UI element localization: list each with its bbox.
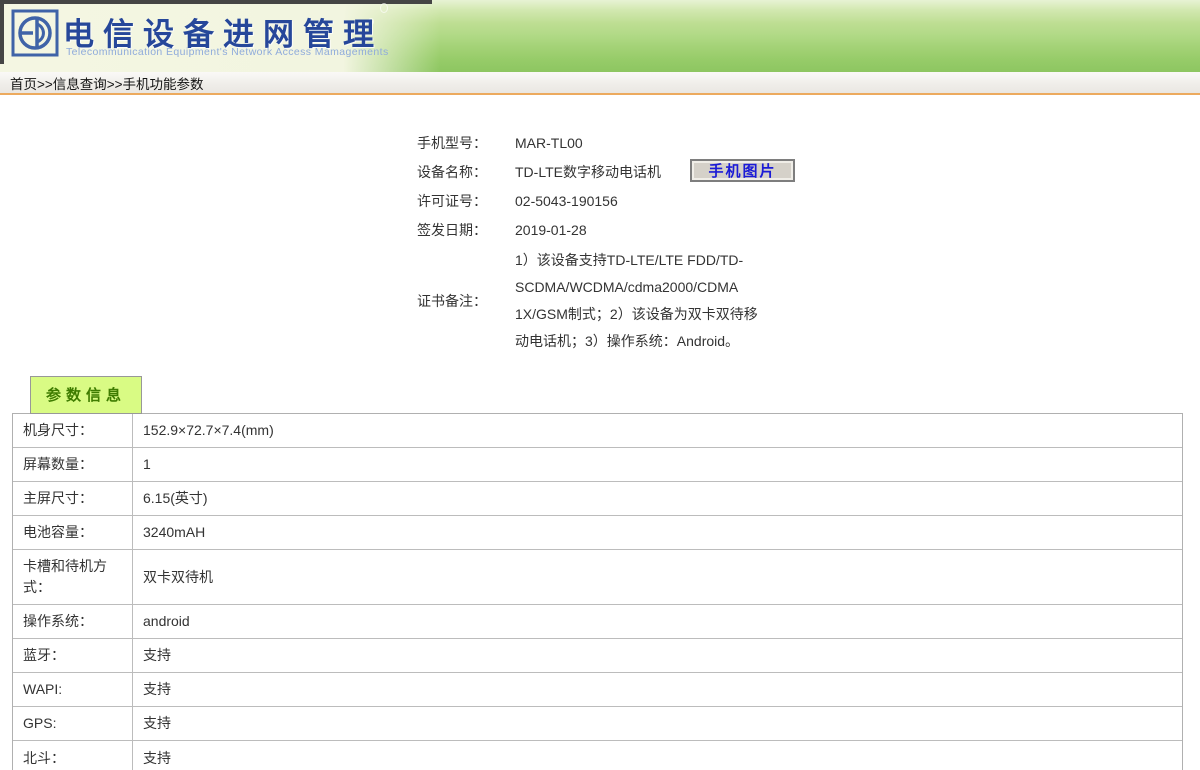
- breadcrumb[interactable]: 首页>>信息查询>>手机功能参数: [10, 73, 204, 93]
- main-content: 手机图片 手机型号： MAR-TL00 设备名称： TD-LTE数字移动电话机 …: [0, 128, 1200, 770]
- license-value: 02-5043-190156: [515, 192, 618, 209]
- model-value: MAR-TL00: [515, 134, 583, 151]
- table-row: GPS: 支持: [13, 707, 1182, 741]
- param-value: android: [143, 613, 190, 629]
- param-value: 3240mAH: [143, 524, 206, 540]
- site-subtitle: Telecommunication Equipment's Network Ac…: [66, 46, 389, 58]
- table-row: 北斗： 支持: [13, 741, 1182, 770]
- breadcrumb-bar: 首页>>信息查询>>手机功能参数: [0, 72, 1200, 95]
- device-name-label: 设备名称：: [417, 163, 487, 180]
- remark-line: SCDMA/WCDMA/cdma2000/CDMA: [515, 279, 739, 295]
- param-label: 卡槽和待机方式：: [13, 550, 133, 604]
- param-value: 双卡双待机: [143, 568, 213, 585]
- tenaa-logo-icon: [11, 9, 59, 57]
- table-row: 主屏尺寸： 6.15(英寸): [13, 482, 1182, 516]
- tab-parameter-info[interactable]: 参数信息: [30, 376, 143, 414]
- model-label: 手机型号：: [417, 134, 487, 151]
- header-banner: 电信设备进网管理 Telecommunication Equipment's N…: [0, 0, 1200, 72]
- phone-photo-button[interactable]: 手机图片: [690, 159, 795, 182]
- param-value: 支持: [143, 681, 171, 697]
- issue-date-value: 2019-01-28: [515, 221, 587, 238]
- device-name-value: TD-LTE数字移动电话机: [515, 163, 661, 180]
- param-value: 6.15(英寸): [143, 490, 208, 506]
- param-value: 支持: [143, 715, 171, 731]
- info-row-license: 许可证号： 02-5043-190156: [417, 186, 837, 215]
- param-label: GPS:: [13, 707, 133, 740]
- issue-date-label: 签发日期：: [417, 221, 487, 238]
- table-row: 机身尺寸： 152.9×72.7×7.4(mm): [13, 414, 1182, 448]
- info-row-model: 手机型号： MAR-TL00: [417, 128, 837, 157]
- param-value: 支持: [143, 647, 171, 663]
- remark-label: 证书备注：: [417, 293, 487, 309]
- info-row-issue-date: 签发日期： 2019-01-28: [417, 215, 837, 244]
- remark-line: 动电话机；3）操作系统：Android。: [515, 333, 740, 349]
- header-top-edge: [0, 0, 432, 4]
- param-label: 电池容量：: [13, 516, 133, 549]
- param-label: 蓝牙：: [13, 639, 133, 672]
- table-row: WAPI: 支持: [13, 673, 1182, 707]
- license-label: 许可证号：: [417, 192, 487, 209]
- remark-line: 1X/GSM制式；2）该设备为双卡双待移: [515, 306, 758, 322]
- header-left-edge: [0, 0, 4, 64]
- table-row: 操作系统： android: [13, 605, 1182, 639]
- remark-text: 1）该设备支持TD-LTE/LTE FDD/TD- SCDMA/WCDMA/cd…: [515, 247, 758, 355]
- param-label: 主屏尺寸：: [13, 482, 133, 515]
- table-row: 蓝牙： 支持: [13, 639, 1182, 673]
- parameter-table: 机身尺寸： 152.9×72.7×7.4(mm) 屏幕数量： 1 主屏尺寸： 6…: [12, 413, 1183, 770]
- param-label: 操作系统：: [13, 605, 133, 638]
- param-label: 北斗：: [13, 741, 133, 770]
- table-row: 卡槽和待机方式： 双卡双待机: [13, 550, 1182, 605]
- param-value: 1: [143, 456, 151, 472]
- param-label: 机身尺寸：: [13, 414, 133, 447]
- remark-line: 1）该设备支持TD-LTE/LTE FDD/TD-: [515, 252, 744, 268]
- param-value: 支持: [143, 749, 171, 766]
- info-row-remark: 证书备注： 1）该设备支持TD-LTE/LTE FDD/TD- SCDMA/WC…: [417, 247, 837, 355]
- param-value: 152.9×72.7×7.4(mm): [143, 422, 274, 438]
- table-row: 屏幕数量： 1: [13, 448, 1182, 482]
- param-label: WAPI:: [13, 673, 133, 706]
- table-row: 电池容量： 3240mAH: [13, 516, 1182, 550]
- param-label: 屏幕数量：: [13, 448, 133, 481]
